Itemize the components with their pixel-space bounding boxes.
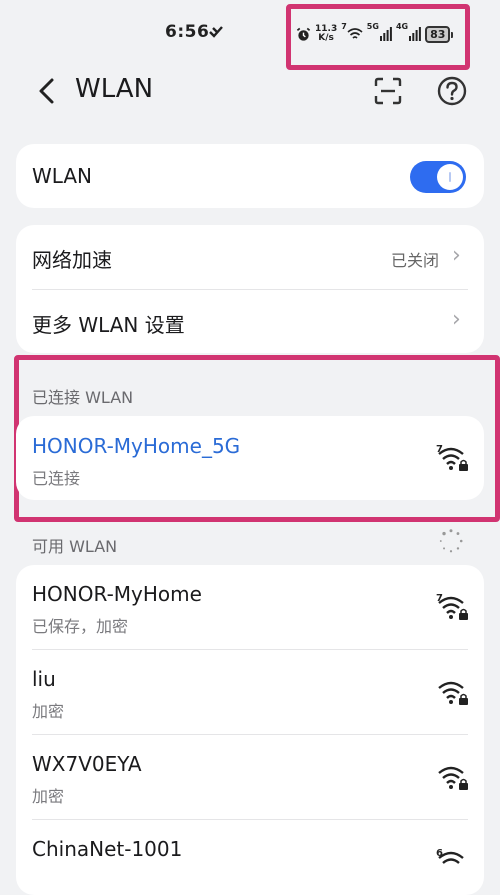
wlan-switch[interactable] (410, 161, 466, 193)
wifi-lock-icon: 6 (436, 848, 464, 864)
connected-network-status: 已连接 (32, 469, 81, 488)
chevron-right-icon: › (452, 243, 461, 268)
status-time: 6:56 (165, 22, 210, 42)
status-icons: 11.3 K/s 7 5G 4G 83 (296, 22, 454, 46)
wlan-switch-knob (437, 164, 463, 190)
network-status: 加密 (32, 702, 65, 721)
page-title: WLAN (75, 74, 154, 104)
chevron-right-icon: › (452, 307, 461, 332)
scan-icon[interactable] (372, 75, 404, 107)
available-section-label: 可用 WLAN (32, 537, 118, 556)
network-name: liu (32, 667, 56, 691)
cell-signal-icon-2 (409, 27, 421, 41)
network-speed: 11.3 K/s (315, 25, 337, 43)
cell-signal-icon (379, 27, 392, 41)
loading-spinner-icon (439, 529, 463, 553)
connected-network-row[interactable] (16, 416, 484, 500)
wifi-lock-icon: 7 (436, 593, 468, 620)
alarm-icon (296, 27, 311, 41)
wifi-lock-icon (438, 766, 468, 790)
network-status: 已保存，加密 (32, 617, 129, 636)
connected-network-name: HONOR-MyHome_5G (32, 434, 241, 458)
network-type-5g: 5G (366, 22, 379, 31)
network-acceleration-label: 网络加速 (32, 248, 112, 272)
hd-voice-icon (209, 26, 223, 38)
network-speed-unit: K/s (318, 33, 334, 43)
network-row[interactable] (16, 650, 484, 734)
wifi-signal-icon (347, 28, 363, 39)
network-acceleration-value: 已关闭 (391, 251, 440, 270)
network-type-4g: 4G (395, 22, 409, 31)
connected-section-label: 已连接 WLAN (32, 388, 134, 407)
wifi-lock-icon: 7 (436, 444, 468, 471)
wlan-toggle-label: WLAN (32, 164, 93, 188)
network-name: WX7V0EYA (32, 752, 142, 776)
more-wlan-settings-label: 更多 WLAN 设置 (32, 313, 185, 337)
network-name: HONOR-MyHome (32, 582, 202, 606)
network-status: 加密 (32, 787, 65, 806)
question-circle-icon[interactable] (436, 75, 468, 107)
network-row[interactable] (16, 735, 484, 819)
network-name: ChinaNet-1001 (32, 837, 183, 861)
chevron-left-icon[interactable] (34, 76, 60, 106)
wifi-lock-icon (438, 681, 468, 705)
battery-indicator: 83 (425, 25, 454, 43)
